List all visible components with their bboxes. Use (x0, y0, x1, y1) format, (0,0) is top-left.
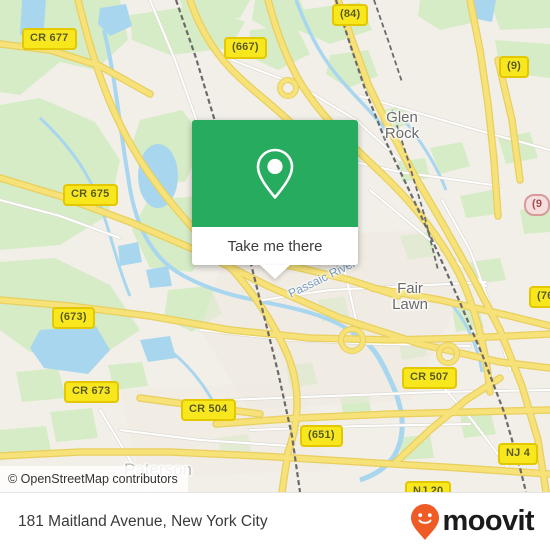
road-shield-cr-507[interactable]: CR 507 (402, 367, 457, 389)
road-shield-cr-677[interactable]: CR 677 (22, 28, 77, 50)
road-shield-9-pill[interactable]: (9 (524, 194, 550, 216)
map-pin-icon (253, 146, 297, 202)
road-shield-9[interactable]: (9) (499, 56, 530, 78)
popup-pointer-tail (260, 265, 290, 279)
road-shield-84[interactable]: (84) (332, 4, 369, 26)
moovit-wordmark: moovit (442, 505, 535, 537)
location-popup-card[interactable]: Take me there (192, 120, 358, 279)
road-shield-cr-504[interactable]: CR 504 (181, 399, 236, 421)
road-shield-651[interactable]: (651) (300, 425, 343, 447)
moovit-pin-smile-icon (410, 503, 440, 541)
road-shield-nj-4[interactable]: NJ 4 (498, 443, 539, 465)
map-screenshot: .park { fill:#d6ecc6; } .water { fill:#a… (0, 0, 550, 550)
road-shield-cr-675[interactable]: CR 675 (63, 184, 118, 206)
road-shield-673[interactable]: (673) (52, 307, 95, 329)
road-shield-cr-673[interactable]: CR 673 (64, 381, 119, 403)
footer-bar: 181 Maitland Avenue, New York City moovi… (0, 492, 550, 550)
address-label: 181 Maitland Avenue, New York City (18, 512, 268, 530)
road-shield-nj-20[interactable]: NJ 20 (405, 481, 452, 492)
osm-attribution[interactable]: © OpenStreetMap contributors (0, 466, 188, 492)
popup-pin-area[interactable] (192, 120, 358, 227)
road-shield-76[interactable]: (76 (529, 286, 550, 308)
road-shield-667[interactable]: (667) (224, 37, 267, 59)
take-me-there-button[interactable]: Take me there (192, 227, 358, 265)
moovit-logo[interactable]: moovit (410, 503, 535, 541)
